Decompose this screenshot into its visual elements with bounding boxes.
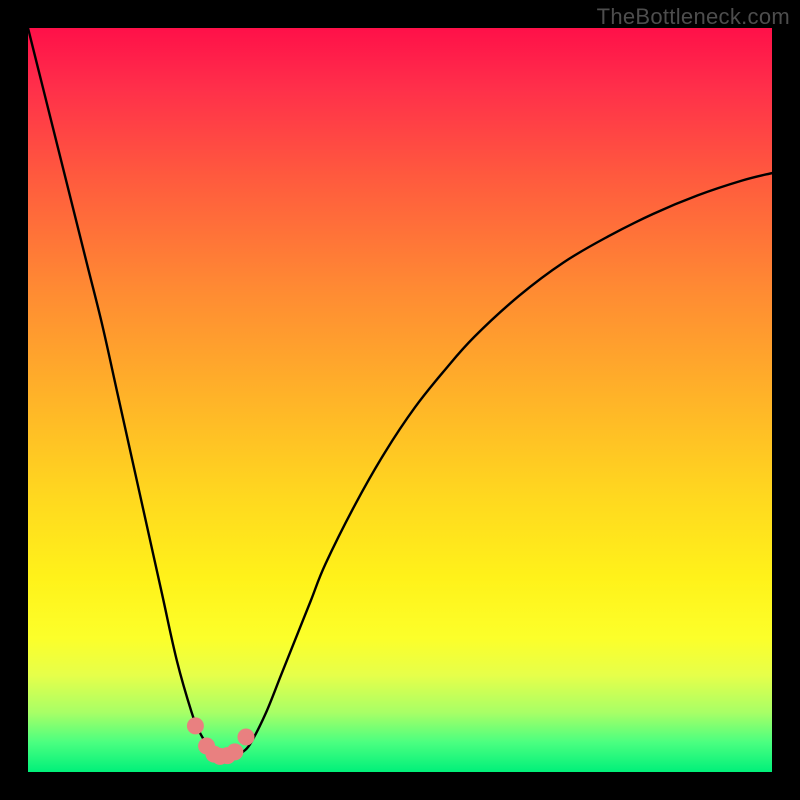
bottleneck-curve bbox=[28, 28, 772, 757]
minimum-markers bbox=[187, 717, 255, 765]
bottleneck-curve-path bbox=[28, 28, 772, 757]
plot-area bbox=[28, 28, 772, 772]
chart-frame: TheBottleneck.com bbox=[0, 0, 800, 800]
watermark-label: TheBottleneck.com bbox=[597, 4, 790, 30]
curve-layer bbox=[28, 28, 772, 772]
minimum-marker bbox=[237, 729, 254, 746]
minimum-marker bbox=[226, 743, 243, 760]
minimum-marker bbox=[187, 717, 204, 734]
